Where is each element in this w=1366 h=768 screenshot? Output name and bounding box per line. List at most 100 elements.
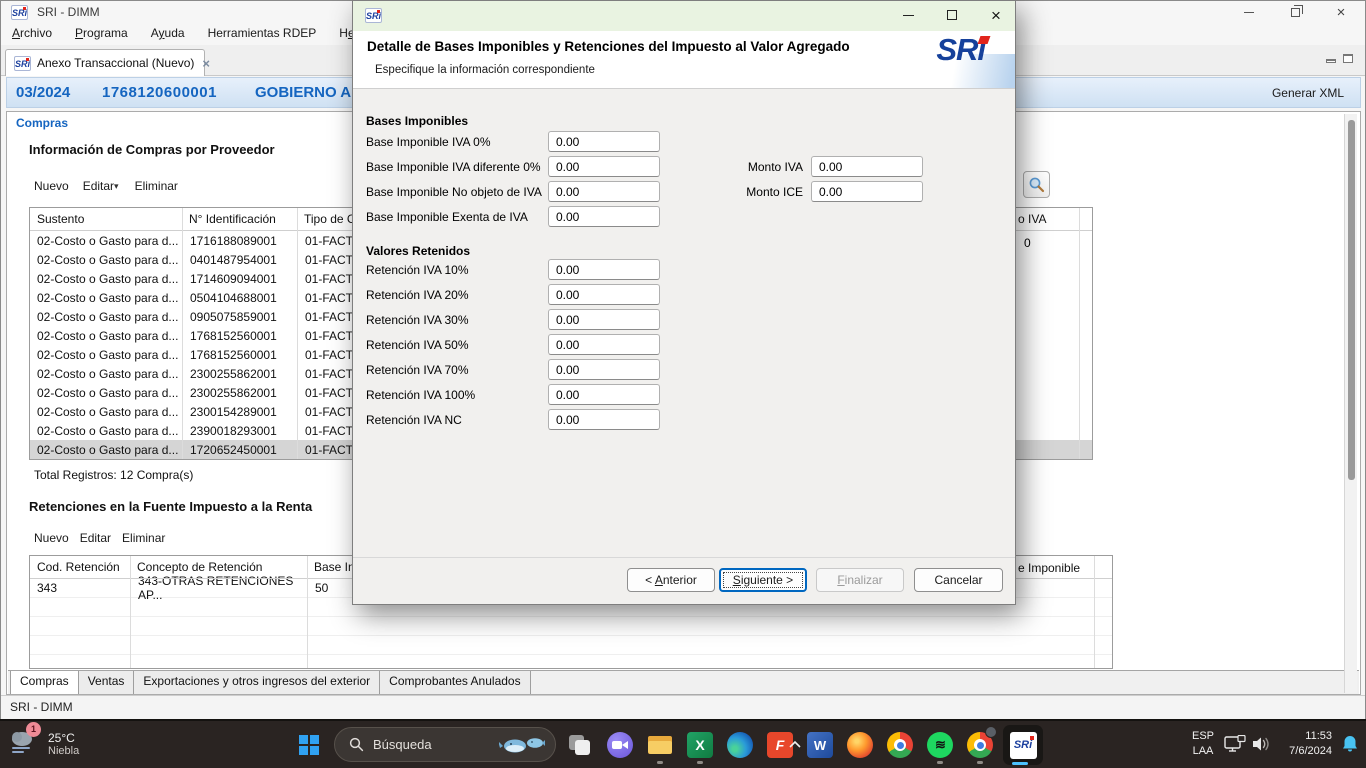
cell-sustento: 02-Costo o Gasto para d... — [30, 424, 182, 438]
base-imponible-input[interactable] — [548, 131, 660, 152]
taskbar-search[interactable]: Búsqueda — [334, 727, 556, 762]
dialog-maximize-icon[interactable] — [941, 5, 963, 25]
bottom-tab-compras[interactable]: Compras — [10, 671, 79, 694]
grid-line — [130, 556, 131, 668]
base-imponible-label: Base Imponible IVA 0% — [366, 135, 548, 149]
siguiente-button[interactable]: Siguiente > — [719, 568, 807, 592]
close-icon[interactable]: × — [1331, 3, 1351, 21]
search-button[interactable] — [1023, 171, 1050, 198]
speaker-icon[interactable] — [1252, 735, 1272, 753]
restore-icon[interactable] — [1285, 3, 1305, 21]
taskbar: 1 25°C Niebla Búsqueda X — [0, 721, 1366, 768]
chevron-down-icon[interactable]: ▾ — [114, 181, 119, 192]
retencion-iva-input[interactable] — [548, 259, 660, 280]
retencion-iva-input[interactable] — [548, 334, 660, 355]
weather-widget[interactable]: 1 25°C Niebla — [8, 726, 79, 761]
finalizar-button[interactable]: Finalizar — [816, 568, 904, 592]
spotify-button[interactable]: ≋ — [920, 724, 960, 766]
tab-close-icon[interactable]: × — [202, 56, 210, 71]
word-button[interactable]: W — [800, 724, 840, 766]
dialog-close-icon[interactable]: × — [985, 5, 1007, 25]
eliminar-button[interactable]: Eliminar — [135, 179, 178, 193]
editar-button[interactable]: Editar — [80, 531, 111, 545]
vertical-scrollbar[interactable] — [1344, 114, 1357, 693]
notification-bell-icon[interactable] — [1340, 734, 1360, 754]
excel-icon: X — [687, 732, 713, 758]
chevron-up-icon[interactable] — [788, 739, 802, 749]
col-identificacion: N° Identificación — [189, 212, 276, 226]
base-imponible-input[interactable] — [548, 206, 660, 227]
editar-button[interactable]: Editar — [83, 179, 114, 193]
chrome-profile-button[interactable] — [960, 724, 1000, 766]
retencion-iva-row: Retención IVA 100% — [366, 382, 660, 407]
generar-xml-link[interactable]: Generar XML — [1272, 86, 1344, 100]
cell-sustento: 02-Costo o Gasto para d... — [30, 329, 182, 343]
base-imponible-input[interactable] — [548, 156, 660, 177]
chrome-button[interactable] — [880, 724, 920, 766]
col-tipo: Tipo de C — [304, 212, 356, 226]
grid-line — [307, 556, 308, 668]
whales-illustration — [499, 733, 545, 757]
eliminar-button[interactable]: Eliminar — [122, 531, 165, 545]
cell-identificacion: 1714609094001 — [182, 272, 297, 286]
anterior-button[interactable]: < Anterior — [627, 568, 715, 592]
retencion-iva-input[interactable] — [548, 309, 660, 330]
dialog-header: Detalle de Bases Imponibles y Retencione… — [353, 31, 1015, 89]
cell-identificacion: 2300255862001 — [182, 386, 297, 400]
window-title: SRI - DIMM — [37, 5, 100, 19]
retencion-iva-input[interactable] — [548, 284, 660, 305]
grid-line — [1094, 556, 1095, 668]
firefox-button[interactable] — [840, 724, 880, 766]
bases-imponibles-heading: Bases Imponibles — [366, 114, 468, 128]
base-imponible-row: Base Imponible IVA 0% — [366, 129, 660, 154]
clock[interactable]: 11:53 7/6/2024 — [1289, 729, 1332, 759]
network-icon[interactable] — [1224, 735, 1246, 753]
language-indicator[interactable]: ESPLAA — [1192, 729, 1214, 759]
start-button[interactable] — [293, 729, 325, 761]
cell-sustento: 02-Costo o Gasto para d... — [30, 272, 182, 286]
task-view-icon — [567, 732, 593, 758]
video-call-app-button[interactable] — [600, 724, 640, 766]
retencion-iva-input[interactable] — [548, 409, 660, 430]
excel-button[interactable]: X — [680, 724, 720, 766]
windows-logo-icon — [299, 735, 319, 755]
task-view-button[interactable] — [560, 724, 600, 766]
bottom-tab-ventas[interactable]: Ventas — [79, 671, 135, 694]
tab-anexo-transaccional[interactable]: SRi Anexo Transaccional (Nuevo) × — [5, 49, 205, 76]
cell-identificacion: 2390018293001 — [182, 424, 297, 438]
base-imponible-row: Base Imponible Exenta de IVA — [366, 204, 660, 229]
cell-sustento: 02-Costo o Gasto para d... — [30, 443, 182, 457]
base-imponible-input[interactable] — [548, 181, 660, 202]
retencion-iva-input[interactable] — [548, 359, 660, 380]
view-minimize-icon[interactable] — [1326, 59, 1336, 63]
retencion-iva-input[interactable] — [548, 384, 660, 405]
running-indicator — [977, 761, 983, 764]
minimize-icon[interactable] — [1239, 3, 1259, 21]
monto-input[interactable] — [811, 156, 923, 177]
retencion-iva-row: Retención IVA 20% — [366, 282, 660, 307]
file-explorer-button[interactable] — [640, 724, 680, 766]
valores-retenidos-heading: Valores Retenidos — [366, 244, 470, 258]
cell-monto-iva-fragment: 0 — [1024, 236, 1031, 250]
monto-fields-group: Monto IVAMonto ICE — [725, 154, 923, 204]
dialog-window-controls: × — [897, 5, 1007, 25]
bottom-tab-comprobantes-anulados[interactable]: Comprobantes Anulados — [380, 671, 530, 694]
menu-item-ayuda[interactable]: Ayuda — [148, 24, 188, 42]
menu-item-archivo[interactable]: Archivo — [9, 24, 55, 42]
search-placeholder: Búsqueda — [373, 737, 499, 752]
cancelar-button[interactable]: Cancelar — [914, 568, 1003, 592]
dialog-minimize-icon[interactable] — [897, 5, 919, 25]
empty-row — [30, 636, 1112, 655]
grid-line — [1079, 208, 1080, 459]
scrollbar-thumb[interactable] — [1348, 120, 1355, 480]
view-maximize-icon[interactable] — [1343, 54, 1353, 63]
edge-button[interactable] — [720, 724, 760, 766]
view-controls — [1326, 54, 1353, 63]
bases-fields-group: Base Imponible IVA 0%Base Imponible IVA … — [366, 129, 660, 229]
nuevo-button[interactable]: Nuevo — [34, 179, 69, 193]
monto-input[interactable] — [811, 181, 923, 202]
menu-item-programa[interactable]: Programa — [72, 24, 131, 42]
menu-item-herramientas-rdep[interactable]: Herramientas RDEP — [205, 24, 320, 42]
nuevo-button[interactable]: Nuevo — [34, 531, 69, 545]
bottom-tab-exportaciones-y-otros-ingresos-del-exterior[interactable]: Exportaciones y otros ingresos del exter… — [134, 671, 380, 694]
